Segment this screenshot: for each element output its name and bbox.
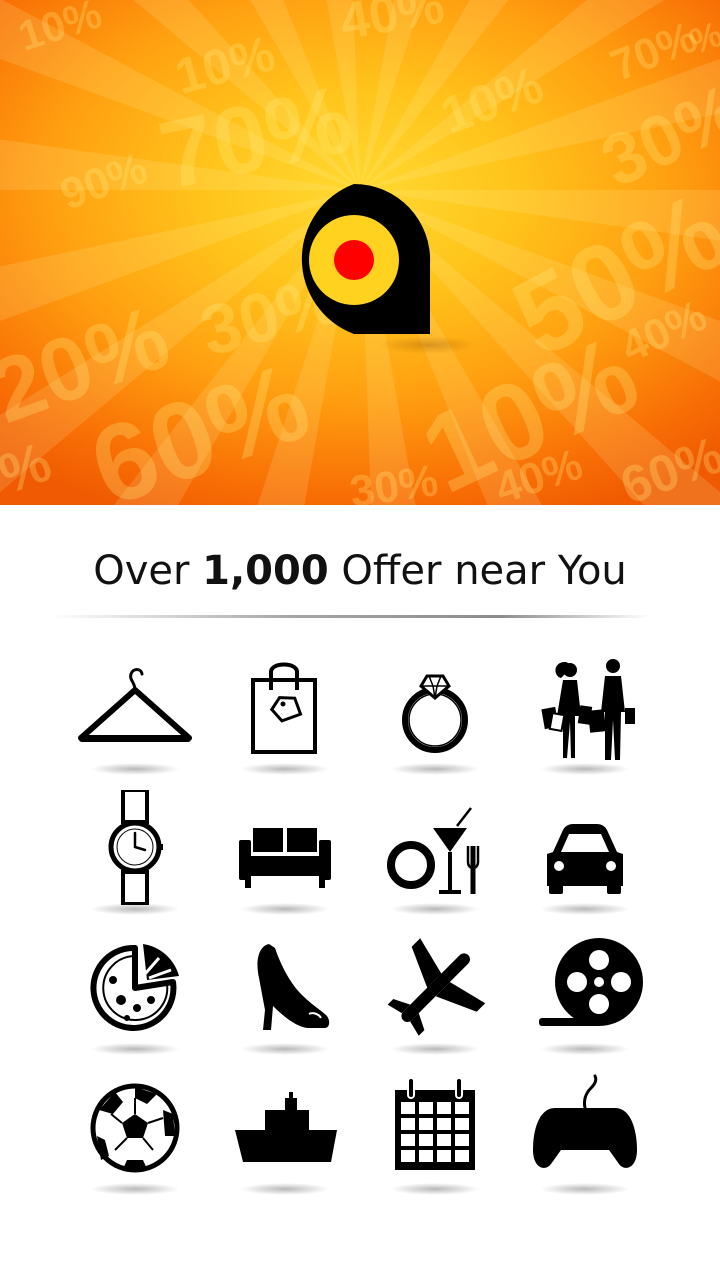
clothes-hanger-icon xyxy=(78,668,192,742)
category-footwear[interactable] xyxy=(210,925,360,1065)
category-food-drinks[interactable] xyxy=(360,785,510,925)
icon-shadow xyxy=(540,1043,630,1055)
calendar-cell xyxy=(437,1150,451,1162)
category-furniture[interactable] xyxy=(210,785,360,925)
calendar-cell xyxy=(437,1102,451,1114)
calendar-cell xyxy=(401,1134,415,1146)
car-icon xyxy=(547,824,623,894)
divider xyxy=(50,615,650,618)
category-watches[interactable] xyxy=(60,785,210,925)
icon-shadow xyxy=(240,1043,330,1055)
pizza-icon xyxy=(90,944,179,1031)
calendar-icon xyxy=(395,1077,475,1170)
icon-shadow xyxy=(90,1183,180,1195)
diamond-ring-icon xyxy=(402,674,468,753)
category-jewellery[interactable] xyxy=(360,645,510,785)
category-grid xyxy=(60,645,660,1205)
location-pin-logo-icon xyxy=(301,184,431,334)
dining-icon xyxy=(387,807,480,894)
splash-banner: 10% 70% 40% 90% 10% 30% 70% 10% 50% 20% … xyxy=(0,0,720,505)
wristwatch-icon xyxy=(108,790,163,905)
icon-shadow xyxy=(390,1183,480,1195)
icon-shadow xyxy=(390,1043,480,1055)
category-events[interactable] xyxy=(360,1065,510,1205)
icon-shadow xyxy=(240,763,330,775)
calendar-cell xyxy=(455,1134,469,1146)
category-fashion[interactable] xyxy=(60,645,210,785)
offer-count: 1,000 xyxy=(202,548,329,594)
calendar-cell xyxy=(419,1102,433,1114)
headline: Over 1,000 Offer near You xyxy=(0,548,720,594)
ship-icon xyxy=(235,1092,337,1162)
category-shopping[interactable] xyxy=(210,645,360,785)
shopping-bag-icon xyxy=(251,662,317,754)
calendar-cell xyxy=(419,1118,433,1130)
icon-shadow xyxy=(540,903,630,915)
icon-shadow xyxy=(390,763,480,775)
calendar-cell xyxy=(419,1134,433,1146)
icon-shadow xyxy=(90,1043,180,1055)
calendar-cell xyxy=(401,1150,415,1162)
airplane-icon xyxy=(387,938,486,1036)
icon-shadow xyxy=(240,903,330,915)
calendar-cell xyxy=(437,1134,451,1146)
icon-shadow xyxy=(540,763,630,775)
calendar-cell xyxy=(455,1102,469,1114)
category-movies[interactable] xyxy=(510,925,660,1065)
sofa-icon xyxy=(239,828,331,888)
category-people[interactable] xyxy=(510,645,660,785)
calendar-cell xyxy=(455,1118,469,1130)
category-sports[interactable] xyxy=(60,1065,210,1205)
headline-suffix: Offer near You xyxy=(341,548,627,594)
category-automobiles[interactable] xyxy=(510,785,660,925)
calendar-cell xyxy=(401,1102,415,1114)
shoppers-couple-icon xyxy=(541,659,635,760)
high-heel-shoe-icon xyxy=(257,944,330,1030)
category-travel[interactable] xyxy=(360,925,510,1065)
icon-shadow xyxy=(540,1183,630,1195)
calendar-cell xyxy=(437,1118,451,1130)
soccer-ball-icon xyxy=(90,1083,180,1173)
calendar-cell xyxy=(419,1150,433,1162)
percent-decoration: 30% xyxy=(346,456,441,505)
game-controller-icon xyxy=(533,1074,637,1168)
icon-shadow xyxy=(240,1183,330,1195)
category-gaming[interactable] xyxy=(510,1065,660,1205)
category-cruise[interactable] xyxy=(210,1065,360,1205)
icon-shadow xyxy=(90,903,180,915)
icon-shadow xyxy=(390,903,480,915)
film-reel-icon xyxy=(539,938,643,1026)
category-pizza[interactable] xyxy=(60,925,210,1065)
calendar-cell xyxy=(455,1150,469,1162)
icon-shadow xyxy=(90,763,180,775)
headline-prefix: Over xyxy=(93,548,190,594)
calendar-cell xyxy=(401,1118,415,1130)
